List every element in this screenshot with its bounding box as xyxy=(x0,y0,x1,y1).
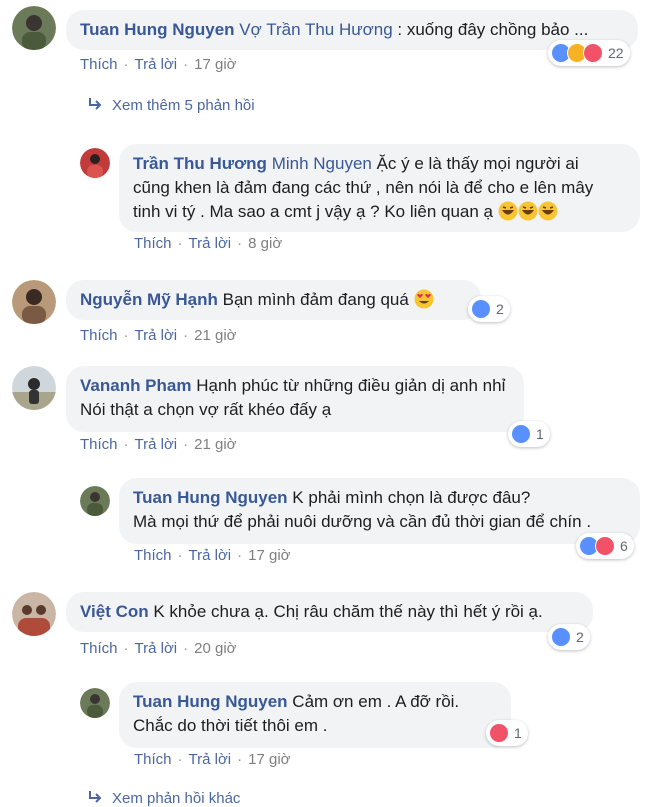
love-reaction-icon xyxy=(595,536,615,556)
like-link[interactable]: Thích xyxy=(80,640,118,657)
comment-actions: Thích · Trả lời · 17 giờ xyxy=(134,547,291,564)
comment-author[interactable]: Tuan Hung Nguyen xyxy=(133,692,288,711)
reaction-count: 2 xyxy=(576,629,584,645)
comment-text-line: Nói thật a chọn vợ rất khéo đấy ạ xyxy=(80,400,332,419)
reaction-count: 1 xyxy=(514,725,522,741)
like-reaction-icon xyxy=(471,299,491,319)
comment-bubble: Tuan Hung Nguyen K phải mình chọn là đượ… xyxy=(119,478,640,544)
comment-time[interactable]: 17 giờ xyxy=(194,56,236,73)
reply-link[interactable]: Trả lời xyxy=(189,751,232,768)
reply-arrow-icon xyxy=(88,97,102,114)
avatar[interactable] xyxy=(80,148,110,178)
avatar[interactable] xyxy=(12,366,56,410)
comment-text-line: Ặc ý e là thấy mọi người ai xyxy=(376,154,579,173)
reply-link[interactable]: Trả lời xyxy=(135,327,178,344)
like-link[interactable]: Thích xyxy=(134,547,172,564)
reply-link[interactable]: Trả lời xyxy=(135,436,178,453)
comment-actions: Thích · Trả lời · 20 giờ xyxy=(80,640,237,657)
mention-link[interactable]: Vợ Trần Thu Hương xyxy=(239,20,392,39)
comment-bubble: Trần Thu Hương Minh Nguyen Ặc ý e là thấ… xyxy=(119,144,640,232)
heart-eyes-face-icon xyxy=(414,289,434,316)
comment-text-line: K phải mình chọn là được đâu? xyxy=(292,488,531,507)
comment-text: : xuống đây chồng bảo ... xyxy=(397,20,589,39)
comment-actions: Thích · Trả lời · 17 giờ xyxy=(80,56,237,73)
comment-time[interactable]: 20 giờ xyxy=(194,640,236,657)
comment-time[interactable]: 21 giờ xyxy=(194,327,236,344)
reaction-count: 22 xyxy=(608,45,624,61)
comment-text-line: tinh vi tý . Ma sao a cmt j vậy ạ ? Ko l… xyxy=(133,202,494,221)
comment-author[interactable]: Nguyễn Mỹ Hạnh xyxy=(80,290,218,309)
reaction-summary[interactable]: 22 xyxy=(548,40,630,66)
comment-text-line: Cảm ơn em . A đỡ rồi. xyxy=(292,692,460,711)
reaction-summary[interactable]: 2 xyxy=(468,296,510,322)
avatar[interactable] xyxy=(80,486,110,516)
comment-text: Bạn mình đảm đang quá xyxy=(222,290,409,309)
comment-bubble: Việt Con K khỏe chưa ạ. Chị râu chăm thế… xyxy=(66,592,593,632)
reply-link[interactable]: Trả lời xyxy=(189,547,232,564)
view-more-replies[interactable]: Xem thêm 5 phản hồi xyxy=(88,97,255,114)
love-reaction-icon xyxy=(583,43,603,63)
comment-actions: Thích · Trả lời · 8 giờ xyxy=(134,235,283,252)
mention-link[interactable]: Minh Nguyen xyxy=(272,154,372,173)
comment-actions: Thích · Trả lời · 21 giờ xyxy=(80,436,237,453)
reaction-summary[interactable]: 6 xyxy=(576,533,634,559)
comment-time[interactable]: 8 giờ xyxy=(248,235,282,252)
comment-bubble: Tuan Hung Nguyen Cảm ơn em . A đỡ rồi. C… xyxy=(119,682,511,748)
like-reaction-icon xyxy=(551,627,571,647)
comment-time[interactable]: 21 giờ xyxy=(194,436,236,453)
comment-text-line: Hạnh phúc từ những điều giản dị anh nhỉ xyxy=(196,376,506,395)
reply-link[interactable]: Trả lời xyxy=(135,56,178,73)
like-link[interactable]: Thích xyxy=(134,751,172,768)
reply-link[interactable]: Trả lời xyxy=(189,235,232,252)
grinning-face-icon xyxy=(538,201,558,228)
like-link[interactable]: Thích xyxy=(134,235,172,252)
comment-bubble: Nguyễn Mỹ Hạnh Bạn mình đảm đang quá xyxy=(66,280,481,320)
comment-time[interactable]: 17 giờ xyxy=(248,751,290,768)
grinning-face-icon xyxy=(498,201,518,228)
reply-arrow-icon xyxy=(88,790,102,807)
like-link[interactable]: Thích xyxy=(80,327,118,344)
comment-actions: Thích · Trả lời · 17 giờ xyxy=(134,751,291,768)
comment-text-line: Chắc do thời tiết thôi em . xyxy=(133,716,328,735)
comment-author[interactable]: Việt Con xyxy=(80,602,149,621)
like-link[interactable]: Thích xyxy=(80,436,118,453)
comment-author[interactable]: Tuan Hung Nguyen xyxy=(133,488,288,507)
other-replies-link[interactable]: Xem phản hồi khác xyxy=(88,790,240,807)
love-reaction-icon xyxy=(489,723,509,743)
reaction-summary[interactable]: 2 xyxy=(548,624,590,650)
comment-text: K khỏe chưa ạ. Chị râu chăm thế này thì … xyxy=(153,602,543,621)
reaction-summary[interactable]: 1 xyxy=(508,421,550,447)
comment-text-line: cũng khen là đảm đang các thứ , nên nói … xyxy=(133,178,594,197)
other-replies-label: Xem phản hồi khác xyxy=(112,790,241,807)
like-link[interactable]: Thích xyxy=(80,56,118,73)
avatar[interactable] xyxy=(12,592,56,636)
comment-author[interactable]: Trần Thu Hương xyxy=(133,154,267,173)
comment-author[interactable]: Tuan Hung Nguyen xyxy=(80,20,235,39)
comment-bubble: Vananh Pham Hạnh phúc từ những điều giản… xyxy=(66,366,524,432)
comment-actions: Thích · Trả lời · 21 giờ xyxy=(80,327,237,344)
reply-link[interactable]: Trả lời xyxy=(135,640,178,657)
reaction-count: 6 xyxy=(620,538,628,554)
view-more-replies-label: Xem thêm 5 phản hồi xyxy=(112,97,255,114)
like-reaction-icon xyxy=(511,424,531,444)
reaction-summary[interactable]: 1 xyxy=(486,720,528,746)
reaction-count: 1 xyxy=(536,426,544,442)
avatar[interactable] xyxy=(12,6,56,50)
comment-author[interactable]: Vananh Pham xyxy=(80,376,191,395)
grinning-face-icon xyxy=(518,201,538,228)
avatar[interactable] xyxy=(80,688,110,718)
comment-time[interactable]: 17 giờ xyxy=(248,547,290,564)
avatar[interactable] xyxy=(12,280,56,324)
comment-text-line: Mà mọi thứ để phải nuôi dưỡng và cần đủ … xyxy=(133,512,592,531)
reaction-count: 2 xyxy=(496,301,504,317)
